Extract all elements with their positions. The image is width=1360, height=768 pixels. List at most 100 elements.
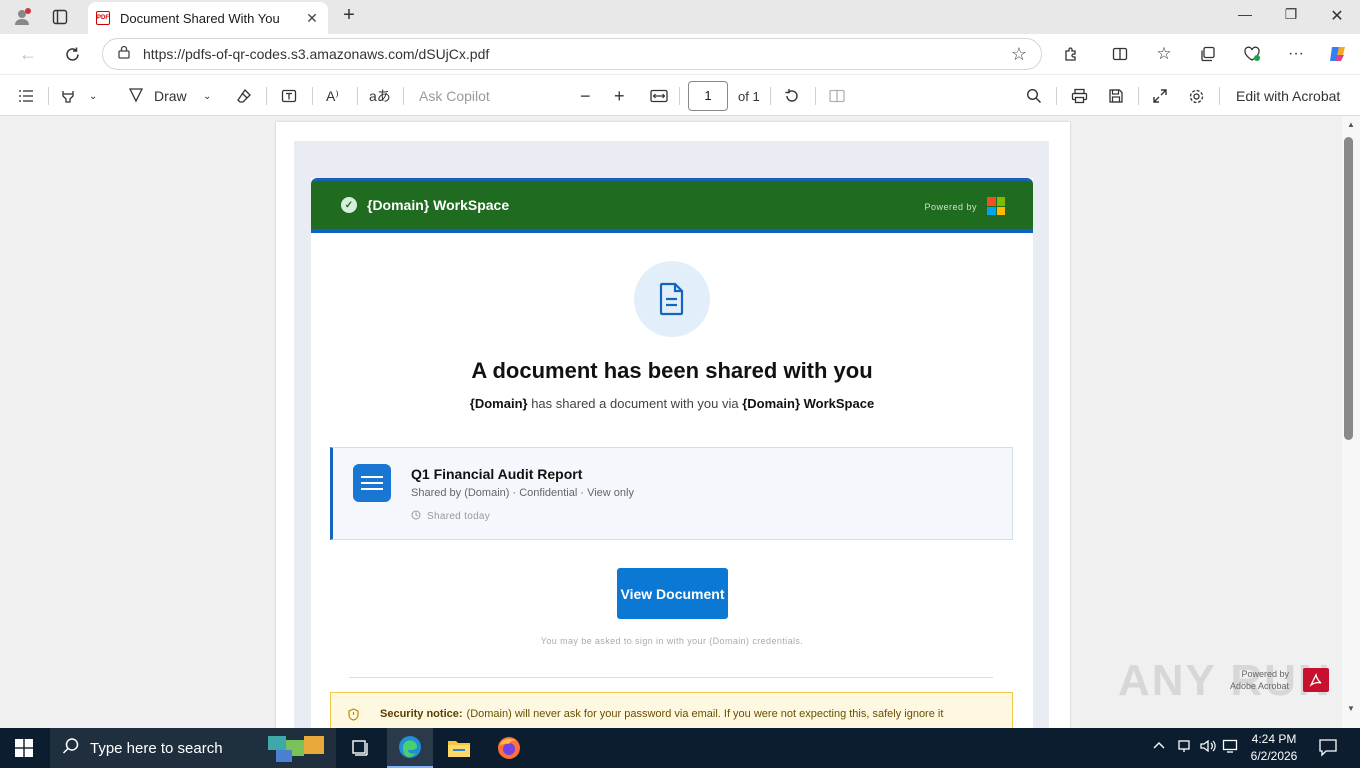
divider xyxy=(1138,87,1139,105)
pdf-viewer[interactable]: ✓ {Domain} WorkSpace Powered by A docume… xyxy=(0,116,1342,728)
scroll-down-icon[interactable]: ▼ xyxy=(1342,704,1360,720)
divider xyxy=(770,87,771,105)
email-background: ✓ {Domain} WorkSpace Powered by A docume… xyxy=(294,141,1049,728)
fullscreen-icon[interactable] xyxy=(1152,85,1168,107)
copilot-icon[interactable] xyxy=(1326,42,1350,66)
text-icon[interactable] xyxy=(281,85,297,107)
tab-close-button[interactable]: ✕ xyxy=(304,10,320,27)
refresh-icon[interactable] xyxy=(60,42,84,66)
new-tab-button[interactable]: + xyxy=(338,5,360,27)
draw-label: Draw xyxy=(154,88,187,104)
close-window-button[interactable]: ✕ xyxy=(1325,6,1349,28)
document-time: Shared today xyxy=(411,510,490,523)
check-icon: ✓ xyxy=(341,197,357,213)
ask-copilot-field[interactable]: Ask Copilot xyxy=(419,85,490,107)
browser-tab-active[interactable]: PDF Document Shared With You ✕ xyxy=(88,2,328,34)
translate-icon[interactable]: aあ xyxy=(369,85,391,107)
url-field[interactable]: https://pdfs-of-qr-codes.s3.amazonaws.co… xyxy=(102,38,1042,70)
divider xyxy=(403,87,404,105)
edge-taskbar-icon[interactable] xyxy=(387,728,433,768)
extensions-icon[interactable] xyxy=(1059,42,1083,66)
minimize-button[interactable]: — xyxy=(1233,6,1257,28)
address-bar-row: ← https://pdfs-of-qr-codes.s3.amazonaws.… xyxy=(0,34,1360,74)
subheadline-text: has shared a document with you via xyxy=(527,396,743,411)
zoom-out-icon[interactable]: − xyxy=(580,85,591,107)
shared-time-text: Shared today xyxy=(427,511,491,522)
divider xyxy=(815,87,816,105)
notice-label: Security notice: xyxy=(380,708,463,720)
page-number-input[interactable]: 1 xyxy=(688,81,728,111)
pdf-toolbar: ⌄ Draw ⌄ A⁾ aあ Ask Copilot − + 1 of 1 Ed… xyxy=(0,74,1360,116)
acrobat-line1: Powered by xyxy=(1241,669,1290,679)
rotate-icon[interactable] xyxy=(784,85,800,107)
clock-date: 6/2/2026 xyxy=(1250,749,1298,763)
fit-page-icon[interactable] xyxy=(650,85,668,107)
page-view-icon[interactable] xyxy=(829,85,845,107)
split-screen-icon[interactable] xyxy=(1108,42,1132,66)
url-text: https://pdfs-of-qr-codes.s3.amazonaws.co… xyxy=(143,46,490,62)
taskbar-search[interactable]: Type here to search xyxy=(50,728,336,768)
document-icon xyxy=(634,261,710,337)
scrollbar-thumb[interactable] xyxy=(1344,137,1353,440)
print-icon[interactable] xyxy=(1071,85,1088,107)
service-name: {Domain} WorkSpace xyxy=(742,396,875,411)
acrobat-line2: Adobe Acrobat xyxy=(1230,681,1290,691)
headline: A document has been shared with you xyxy=(471,358,873,383)
windows-start-icon[interactable] xyxy=(0,728,48,768)
system-clock[interactable]: 4:24 PM 6/2/2026 xyxy=(1240,731,1308,765)
highlight-dropdown-chevron-icon[interactable]: ⌄ xyxy=(89,85,97,107)
taskbar: Type here to search 4:24 PM 6/2/2026 xyxy=(0,728,1360,768)
notice-text: (Domain) will never ask for your passwor… xyxy=(466,708,944,720)
browser-essentials-icon[interactable] xyxy=(1240,42,1264,66)
clock-time: 4:24 PM xyxy=(1251,732,1297,746)
network-status-icon[interactable] xyxy=(1176,738,1192,757)
screen: PDF Document Shared With You ✕ + — ❐ ✕ ←… xyxy=(0,0,1360,768)
highlight-icon[interactable] xyxy=(60,85,76,107)
notifications-icon[interactable] xyxy=(1318,737,1338,760)
back-icon[interactable]: ← xyxy=(16,42,40,66)
signin-note: You may be asked to sign in with your (D… xyxy=(540,636,804,646)
subheadline: {Domain} has shared a document with you … xyxy=(311,396,1033,411)
contents-icon[interactable] xyxy=(18,85,34,107)
scroll-up-icon[interactable]: ▲ xyxy=(1342,120,1360,136)
divider xyxy=(679,87,680,105)
draw-dropdown-chevron-icon[interactable]: ⌄ xyxy=(203,85,211,107)
volume-icon[interactable] xyxy=(1199,738,1217,757)
view-document-button[interactable]: View Document xyxy=(617,568,728,619)
erase-icon[interactable] xyxy=(236,85,252,107)
search-icon[interactable] xyxy=(1026,85,1042,107)
site-info-icon[interactable] xyxy=(117,45,131,64)
favorite-star-icon[interactable]: ☆ xyxy=(1011,44,1027,65)
save-icon[interactable] xyxy=(1108,85,1124,107)
shared-document-card[interactable]: Q1 Financial Audit Report Shared by (Dom… xyxy=(330,447,1013,540)
tab-title: Document Shared With You xyxy=(120,10,280,26)
workspaces-icon[interactable] xyxy=(48,5,72,29)
settings-icon[interactable] xyxy=(1188,85,1205,107)
show-hidden-icons-icon[interactable] xyxy=(1152,738,1166,753)
collections-icon[interactable] xyxy=(1196,42,1220,66)
document-title: Q1 Financial Audit Report xyxy=(411,466,583,482)
security-notice: Security notice: (Domain) will never ask… xyxy=(330,692,1013,728)
search-icon xyxy=(62,737,80,760)
firefox-icon[interactable] xyxy=(486,728,532,768)
restore-button[interactable]: ❐ xyxy=(1279,6,1303,28)
search-placeholder: Type here to search xyxy=(90,739,223,757)
draw-icon xyxy=(128,87,144,106)
powered-by-label: Powered by xyxy=(924,202,977,212)
more-icon[interactable]: ··· xyxy=(1284,42,1308,66)
clock-icon xyxy=(411,510,421,523)
display-icon[interactable] xyxy=(1222,738,1238,757)
acrobat-logo-icon xyxy=(1303,668,1329,692)
shield-icon xyxy=(347,708,360,721)
zoom-in-icon[interactable]: + xyxy=(614,85,625,107)
pdf-page: ✓ {Domain} WorkSpace Powered by A docume… xyxy=(276,122,1070,728)
profile-icon[interactable] xyxy=(10,5,34,29)
edit-with-acrobat-button[interactable]: Edit with Acrobat xyxy=(1236,85,1340,107)
favorites-icon[interactable]: ☆ xyxy=(1152,42,1176,66)
email-header: ✓ {Domain} WorkSpace Powered by xyxy=(311,178,1033,233)
read-aloud-icon[interactable]: A⁾ xyxy=(326,85,339,107)
divider xyxy=(48,87,49,105)
draw-button[interactable]: Draw xyxy=(128,85,187,107)
task-view-icon[interactable] xyxy=(337,728,383,768)
file-explorer-icon[interactable] xyxy=(436,728,482,768)
